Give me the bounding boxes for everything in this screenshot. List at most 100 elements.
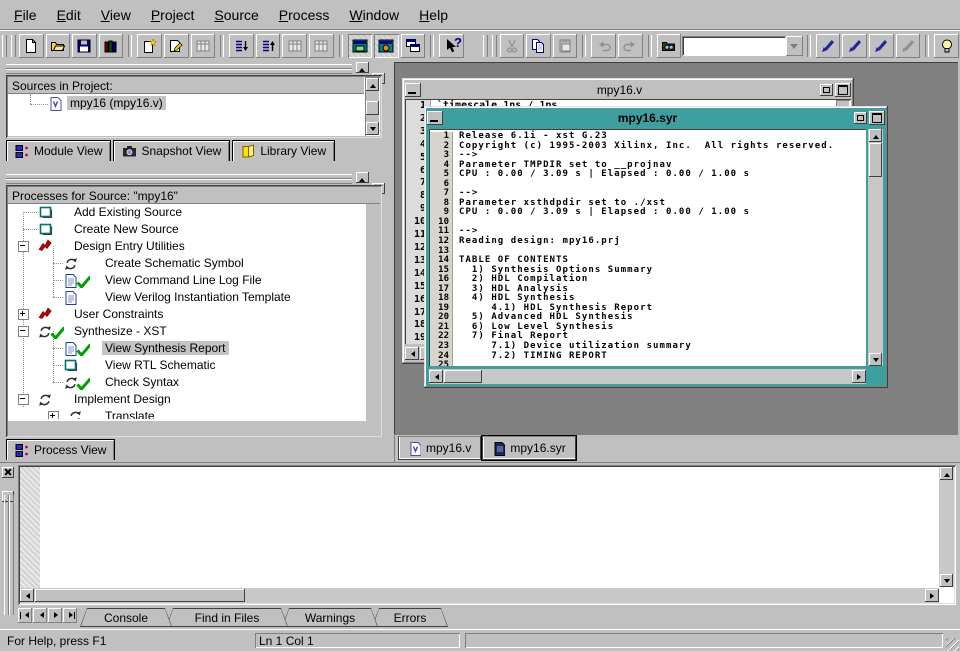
collapse-expander-icon[interactable] (18, 241, 29, 252)
scrollbar-thumb[interactable] (35, 589, 245, 602)
process-view-verilog-template[interactable]: View Verilog Instantiation Template (102, 290, 294, 304)
tab-library-view[interactable]: Library View (232, 140, 335, 161)
scroll-down-button[interactable] (366, 122, 379, 135)
menu-window[interactable]: Window (339, 3, 409, 27)
tab-find-in-files[interactable]: Find in Files (166, 608, 288, 627)
scroll-left-button[interactable] (405, 347, 419, 360)
toolbar-gripper[interactable] (2, 35, 7, 57)
tab-snapshot-view[interactable]: Snapshot View (113, 140, 230, 161)
find-in-files-button[interactable] (657, 34, 682, 58)
process-create-schematic-symbol[interactable]: Create Schematic Symbol (102, 256, 247, 270)
restore-button[interactable] (820, 84, 833, 96)
scrollbar-thumb[interactable] (869, 143, 882, 177)
tab-module-view[interactable]: Module View (6, 140, 111, 161)
process-view-rtl-schematic[interactable]: View RTL Schematic (102, 358, 219, 372)
collapse-hierarchy-button[interactable] (256, 34, 281, 58)
scrollbar-thumb[interactable] (444, 370, 482, 383)
scroll-right-button[interactable] (925, 589, 939, 602)
view-report-button[interactable] (309, 34, 334, 58)
toggle-source-window-button[interactable] (348, 34, 373, 58)
expand-expander-icon[interactable] (18, 309, 29, 320)
new-source-button[interactable] (137, 34, 162, 58)
find-combo-dropdown-button[interactable] (786, 36, 803, 56)
maximize-button[interactable] (835, 83, 851, 97)
toggle-process-window-button[interactable] (374, 34, 399, 58)
console-text[interactable] (44, 467, 936, 585)
processes-vscrollbar[interactable] (366, 204, 380, 435)
add-source-button[interactable] (164, 34, 189, 58)
scroll-up-button[interactable] (366, 78, 379, 91)
cut-button[interactable] (500, 34, 525, 58)
next-bookmark-button[interactable] (842, 34, 867, 58)
scroll-left-button[interactable] (20, 589, 34, 602)
tab-console[interactable]: Console (80, 608, 172, 627)
cascade-windows-button[interactable] (401, 34, 426, 58)
copy-button[interactable] (526, 34, 551, 58)
console-vscrollbar[interactable] (939, 467, 954, 587)
collapse-expander-icon[interactable] (18, 326, 29, 337)
tab-process-view[interactable]: Process View (6, 439, 115, 460)
process-view-synthesis-report[interactable]: View Synthesis Report (102, 341, 229, 355)
lightbulb-button[interactable] (934, 34, 959, 58)
doc-tab-mpy16syr[interactable]: mpy16.syr (482, 436, 575, 460)
process-translate[interactable]: Translate (102, 409, 158, 419)
context-help-button[interactable]: ? (439, 34, 464, 58)
menu-project[interactable]: Project (141, 3, 205, 27)
scroll-up-button[interactable] (869, 129, 882, 142)
report-hscrollbar[interactable] (429, 369, 866, 384)
collapse-expander-icon[interactable] (18, 394, 29, 405)
menu-source[interactable]: Source (204, 3, 268, 27)
panel-collapse-button[interactable] (356, 62, 369, 73)
editor-titlebar[interactable]: mpy16.v (405, 81, 851, 99)
new-document-button[interactable] (19, 34, 44, 58)
panel-gripper[interactable] (6, 69, 352, 74)
process-view-command-line-log[interactable]: View Command Line Log File (102, 273, 265, 287)
scroll-left-button[interactable] (429, 370, 443, 383)
panel-gripper[interactable] (9, 495, 14, 615)
process-add-existing-source[interactable]: Add Existing Source (71, 205, 185, 219)
menu-help[interactable]: Help (409, 3, 458, 27)
process-check-syntax[interactable]: Check Syntax (102, 375, 182, 389)
menu-view[interactable]: View (91, 3, 141, 27)
open-project-button[interactable] (99, 34, 124, 58)
menu-edit[interactable]: Edit (47, 3, 91, 27)
process-implement-design[interactable]: Implement Design (71, 392, 174, 406)
report-titlebar[interactable]: mpy16.syr (427, 109, 885, 127)
resize-grip[interactable] (946, 638, 959, 651)
prev-bookmark-button[interactable] (869, 34, 894, 58)
undo-button[interactable] (591, 34, 616, 58)
paste-button[interactable] (553, 34, 578, 58)
report-text[interactable]: Release 6.1i - xst G.23Copyright (c) 199… (459, 132, 863, 366)
doc-tab-mpy16v[interactable]: mpy16.v (398, 436, 481, 460)
process-create-new-source[interactable]: Create New Source (71, 222, 182, 236)
open-button[interactable] (46, 34, 71, 58)
console-hscrollbar[interactable] (20, 588, 939, 603)
toggle-bookmark-button[interactable] (816, 34, 841, 58)
save-button[interactable] (72, 34, 97, 58)
expand-hierarchy-button[interactable] (229, 34, 254, 58)
toolbar-gripper[interactable] (483, 35, 488, 57)
output-close-button[interactable] (2, 467, 14, 478)
clear-bookmarks-button[interactable] (896, 34, 921, 58)
process-user-constraints[interactable]: User Constraints (71, 307, 166, 321)
sources-scrollbar[interactable] (365, 77, 380, 136)
source-item-mpy16[interactable]: mpy16 (mpy16.v) (67, 96, 166, 110)
minimize-button[interactable] (427, 111, 443, 125)
maximize-button[interactable] (869, 111, 885, 125)
tab-scroll-first-button[interactable] (18, 608, 32, 623)
tab-scroll-right-button[interactable] (48, 608, 62, 623)
scroll-right-button[interactable] (852, 370, 866, 383)
panel-collapse-button[interactable] (356, 172, 369, 183)
toolbar-gripper[interactable] (492, 35, 497, 57)
minimize-button[interactable] (405, 83, 421, 97)
menu-process[interactable]: Process (269, 3, 340, 27)
process-synthesize-xst[interactable]: Synthesize - XST (71, 324, 170, 338)
toolbar-gripper[interactable] (11, 35, 16, 57)
expand-expander-icon[interactable] (48, 411, 59, 419)
restore-button[interactable] (854, 112, 867, 124)
tab-warnings[interactable]: Warnings (282, 608, 378, 627)
edit-constraints-button[interactable] (282, 34, 307, 58)
report-window[interactable]: mpy16.syr 123456789101112131415161718192… (424, 106, 888, 388)
report-vscrollbar[interactable] (868, 129, 883, 366)
processes-hscrollbar[interactable] (8, 421, 366, 435)
